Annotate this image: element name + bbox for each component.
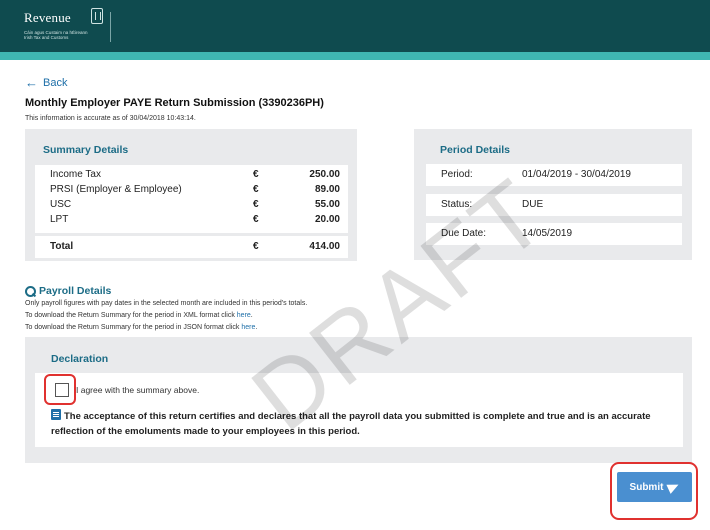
summary-row-currency: € (253, 199, 259, 210)
json-download-link[interactable]: here (241, 324, 255, 331)
revenue-logo[interactable]: Revenue Cáin agus Custaim na hÉireann Ir… (24, 8, 103, 40)
summary-details-panel: Summary Details Income Tax € 250.00 PRSI… (25, 129, 357, 261)
arrow-left-icon: ← (25, 75, 38, 90)
summary-row-label: PRSI (Employer & Employee) (50, 184, 182, 195)
period-row-value: 14/05/2019 (522, 228, 573, 239)
period-details-panel: Period Details Period: 01/04/2019 - 30/0… (414, 129, 692, 260)
summary-row-prsi: PRSI (Employer & Employee) € 89.00 (50, 184, 340, 198)
payroll-details-heading[interactable]: Payroll Details (25, 285, 111, 297)
period-row-value: DUE (522, 199, 544, 210)
summary-row-label: USC (50, 199, 72, 210)
period-row-label: Period: (441, 169, 473, 180)
summary-row-currency: € (253, 169, 259, 180)
payroll-xml-suffix: . (250, 312, 253, 319)
summary-details-title: Summary Details (43, 144, 129, 156)
xml-download-link[interactable]: here (237, 312, 251, 319)
logo-subtitle: Cáin agus Custaim na hÉireann Irish Tax … (24, 30, 88, 40)
summary-row-currency: € (253, 184, 259, 195)
declaration-panel: Declaration I agree with the summary abo… (25, 337, 692, 463)
period-row-label: Due Date: (441, 228, 487, 239)
summary-row-label: LPT (50, 214, 69, 225)
summary-row-usc: USC € 55.00 (50, 199, 340, 213)
summary-total-amount: 414.00 (309, 241, 340, 252)
accuracy-note: This information is accurate as of 30/04… (25, 115, 196, 122)
header-accent-strip (0, 52, 710, 60)
payroll-xml-text: To download the Return Summary for the p… (25, 312, 237, 319)
search-icon (25, 285, 36, 297)
payroll-details-title: Payroll Details (39, 285, 112, 297)
declaration-title: Declaration (51, 353, 109, 365)
period-row-due-date: Due Date: 14/05/2019 (426, 223, 682, 245)
payroll-json-text: To download the Return Summary for the p… (25, 324, 242, 331)
declaration-statement: The acceptance of this return certifies … (51, 411, 651, 437)
summary-total-card: Total € 414.00 (35, 236, 348, 258)
summary-row-currency: € (253, 214, 259, 225)
logo-name: Revenue (24, 10, 71, 25)
submit-label: Submit (629, 481, 664, 493)
period-row-label: Status: (441, 199, 473, 210)
summary-row-amount: 55.00 (314, 199, 340, 210)
harp-icon (91, 8, 103, 24)
payroll-json-line: To download the Return Summary for the p… (25, 324, 257, 331)
summary-rows-card: Income Tax € 250.00 PRSI (Employer & Emp… (35, 165, 348, 233)
summary-row-amount: 250.00 (309, 169, 340, 180)
submit-button[interactable]: Submit (617, 472, 692, 502)
payroll-info-line: Only payroll figures with pay dates in t… (25, 300, 308, 307)
period-row-value: 01/04/2019 - 30/04/2019 (522, 169, 631, 180)
summary-total-row: Total € 414.00 (50, 241, 340, 255)
back-link[interactable]: ← Back (25, 75, 67, 90)
agree-label: I agree with the summary above. (76, 385, 200, 395)
summary-row-amount: 89.00 (314, 184, 340, 195)
payroll-json-suffix: . (255, 324, 258, 331)
top-banner: Revenue Cáin agus Custaim na hÉireann Ir… (0, 0, 710, 52)
summary-total-currency: € (253, 241, 259, 252)
back-label: Back (43, 76, 68, 89)
send-icon (668, 482, 679, 492)
summary-total-label: Total (50, 241, 74, 252)
period-row-status: Status: DUE (426, 194, 682, 216)
summary-row-lpt: LPT € 20.00 (50, 214, 340, 228)
checkbox-highlight (44, 374, 76, 405)
payroll-xml-line: To download the Return Summary for the p… (25, 312, 253, 319)
header-divider (110, 12, 111, 42)
summary-row-amount: 20.00 (314, 214, 340, 225)
summary-row-income-tax: Income Tax € 250.00 (50, 169, 340, 183)
page-title: Monthly Employer PAYE Return Submission … (25, 97, 324, 109)
summary-row-label: Income Tax (50, 169, 101, 180)
period-details-title: Period Details (440, 144, 511, 156)
period-row-period: Period: 01/04/2019 - 30/04/2019 (426, 164, 682, 186)
